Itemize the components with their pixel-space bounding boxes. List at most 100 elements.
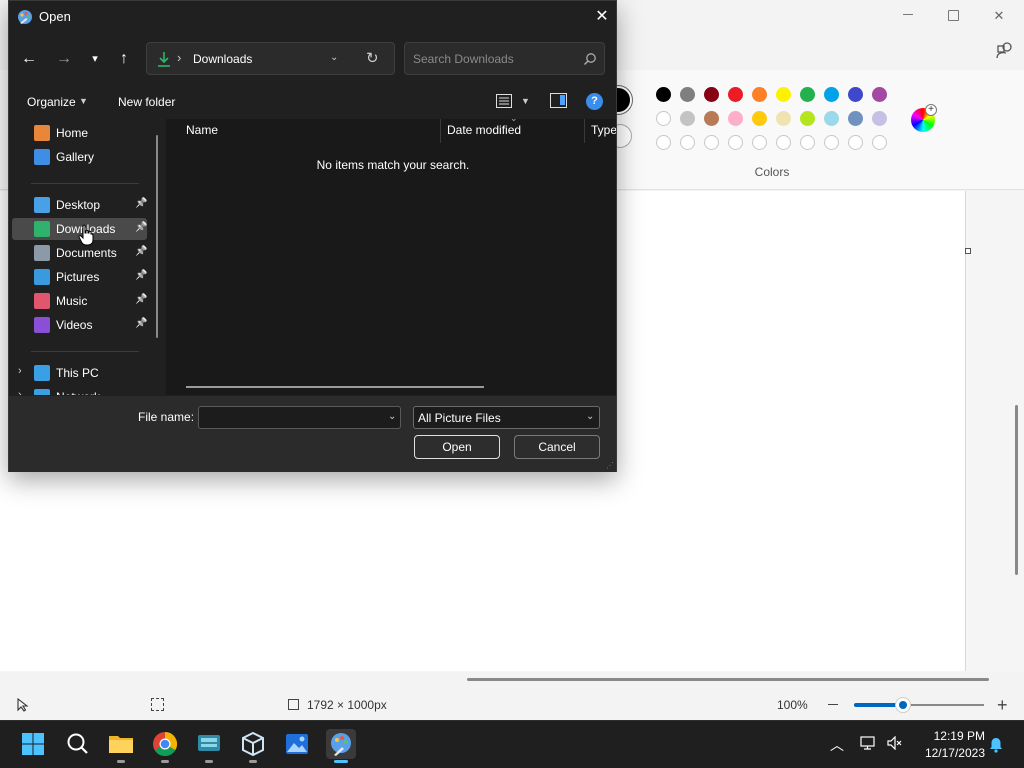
nav-item-home[interactable]: Home — [12, 122, 147, 144]
vertical-scrollbar[interactable] — [1015, 405, 1018, 575]
network-status-icon[interactable] — [860, 736, 877, 750]
search-icon[interactable] — [583, 52, 597, 66]
back-button[interactable]: ← — [17, 45, 41, 73]
taskbar-photos[interactable] — [282, 729, 312, 759]
custom-color-slot[interactable] — [848, 135, 863, 150]
address-bar[interactable]: › Downloads ⌄ ↻ — [146, 42, 395, 75]
chevron-down-icon[interactable]: ▼ — [521, 96, 530, 106]
custom-color-slot[interactable] — [656, 135, 671, 150]
new-folder-button[interactable]: New folder — [118, 95, 175, 109]
zoom-out-button[interactable] — [828, 704, 838, 705]
column-header-name[interactable]: Name — [186, 123, 218, 137]
refresh-icon[interactable]: ↻ — [366, 49, 379, 67]
pin-icon[interactable]: 📌 — [135, 222, 147, 233]
file-list[interactable]: Name Date modified ⌄ Type No items match… — [166, 119, 616, 395]
custom-color-slot[interactable] — [824, 135, 839, 150]
custom-color-slot[interactable] — [872, 135, 887, 150]
chevron-down-icon[interactable]: ▼ — [79, 96, 88, 106]
navigation-pane-scrollbar[interactable] — [156, 135, 158, 338]
address-path[interactable]: Downloads — [193, 52, 252, 66]
taskbar-chrome[interactable] — [150, 729, 180, 763]
search-box[interactable] — [404, 42, 605, 75]
open-button[interactable]: Open — [414, 435, 500, 459]
color-swatch[interactable] — [776, 111, 791, 126]
pin-icon[interactable]: 📌 — [135, 246, 147, 257]
color-swatch[interactable] — [680, 111, 695, 126]
pin-icon[interactable]: 📌 — [135, 294, 147, 305]
clock-time[interactable]: 12:19 PM — [925, 729, 985, 743]
color-swatch[interactable] — [800, 87, 815, 102]
file-list-scrollbar[interactable] — [186, 386, 484, 388]
add-color-icon[interactable]: + — [925, 104, 937, 116]
show-hidden-icons-icon[interactable]: ︿ — [830, 735, 844, 755]
organize-button[interactable]: Organize — [27, 95, 76, 109]
taskbar-paint[interactable] — [326, 729, 356, 763]
nav-item-gallery[interactable]: Gallery — [12, 146, 147, 168]
color-swatch[interactable] — [656, 111, 671, 126]
color-swatch[interactable] — [656, 87, 671, 102]
nav-item-videos[interactable]: Videos 📌 — [12, 314, 147, 336]
color-swatch[interactable] — [680, 87, 695, 102]
nav-item-this-pc[interactable]: › This PC — [12, 362, 147, 384]
canvas-resize-handle[interactable] — [965, 248, 971, 254]
color-swatch[interactable] — [800, 111, 815, 126]
color-swatch[interactable] — [752, 111, 767, 126]
clock-date[interactable]: 12/17/2023 — [915, 746, 985, 760]
up-folder-button[interactable]: ↑ — [112, 45, 136, 73]
nav-item-music[interactable]: Music 📌 — [12, 290, 147, 312]
taskbar-file-explorer[interactable] — [106, 729, 136, 763]
custom-color-slot[interactable] — [680, 135, 695, 150]
pin-icon[interactable]: 📌 — [135, 318, 147, 329]
color-swatch[interactable] — [824, 87, 839, 102]
color-swatch[interactable] — [728, 111, 743, 126]
color-swatch[interactable] — [704, 111, 719, 126]
cancel-button[interactable]: Cancel — [514, 435, 600, 459]
column-header-type[interactable]: Type — [591, 123, 616, 137]
view-options-icon[interactable] — [496, 94, 512, 108]
color-swatch[interactable] — [728, 87, 743, 102]
zoom-slider-thumb[interactable] — [896, 698, 910, 712]
resize-grip-icon[interactable]: ⋰ — [606, 462, 614, 470]
nav-item-network[interactable]: › Network — [12, 386, 147, 395]
file-type-select[interactable]: All Picture Files ⌄ — [413, 406, 600, 429]
zoom-level[interactable]: 100% — [777, 698, 808, 712]
color-swatch[interactable] — [704, 87, 719, 102]
expand-chevron-icon[interactable]: › — [18, 365, 22, 377]
column-separator[interactable] — [584, 119, 585, 143]
maximize-button[interactable] — [930, 4, 976, 26]
help-icon[interactable]: ? — [586, 93, 603, 110]
color-swatch[interactable] — [872, 111, 887, 126]
pin-icon[interactable]: 📌 — [135, 270, 147, 281]
recent-locations-button[interactable]: ▾ — [83, 45, 107, 73]
custom-color-slot[interactable] — [800, 135, 815, 150]
preview-pane-icon[interactable] — [550, 93, 567, 108]
chevron-down-icon[interactable]: ⌄ — [330, 52, 338, 63]
color-swatch[interactable] — [848, 87, 863, 102]
search-input[interactable] — [413, 51, 573, 67]
taskbar-virtualbox[interactable] — [238, 729, 268, 763]
custom-color-slot[interactable] — [776, 135, 791, 150]
custom-color-slot[interactable] — [752, 135, 767, 150]
zoom-in-button[interactable]: + — [997, 696, 1008, 714]
pin-icon[interactable]: 📌 — [135, 198, 147, 209]
column-header-date-modified[interactable]: Date modified — [447, 123, 521, 137]
notification-bell-icon[interactable] — [988, 737, 1004, 753]
color-swatch[interactable] — [824, 111, 839, 126]
close-button[interactable] — [976, 4, 1022, 26]
chevron-down-icon[interactable]: ⌄ — [586, 411, 594, 422]
dialog-close-button[interactable]: ✕ — [591, 6, 613, 28]
forward-button[interactable]: → — [52, 45, 76, 73]
minimize-button[interactable] — [885, 4, 931, 26]
color-swatch[interactable] — [848, 111, 863, 126]
share-icon[interactable] — [994, 41, 1014, 61]
horizontal-scrollbar[interactable] — [467, 678, 989, 681]
custom-color-slot[interactable] — [704, 135, 719, 150]
chevron-down-icon[interactable]: ⌄ — [388, 411, 396, 422]
taskbar-keyboard-app[interactable] — [194, 729, 224, 763]
taskbar-search-button[interactable] — [62, 729, 92, 759]
custom-color-slot[interactable] — [728, 135, 743, 150]
file-name-combobox[interactable]: ⌄ — [198, 406, 401, 429]
color-swatch[interactable] — [872, 87, 887, 102]
file-name-input[interactable] — [203, 410, 383, 425]
start-button[interactable] — [18, 729, 48, 759]
